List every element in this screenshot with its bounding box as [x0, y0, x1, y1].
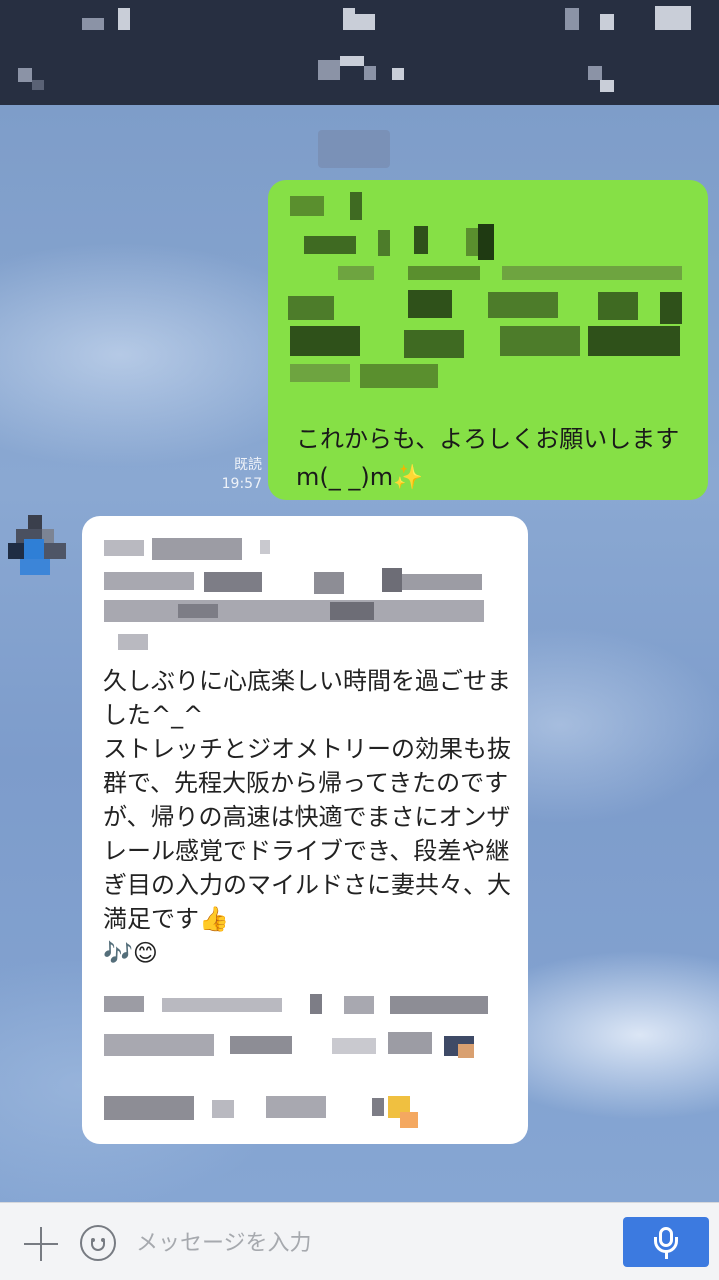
plus-icon[interactable] [22, 1225, 60, 1263]
contact-avatar[interactable] [8, 515, 68, 575]
emoji-mouth [91, 1241, 105, 1251]
message-input-bar [0, 1202, 719, 1280]
date-separator-obscured [318, 130, 390, 168]
read-label: 既読 [234, 457, 262, 473]
message-input[interactable] [136, 1225, 606, 1261]
contact-message-text: 久しぶりに心底楽しい時間を過ごせました^_^ ストレッチとジオメトリーの効果も抜… [103, 667, 511, 967]
microphone-arc [654, 1237, 678, 1253]
message-time: 19:57 [221, 476, 262, 492]
microphone-stem [665, 1252, 668, 1259]
my-message-text: これからも、よろしくお願いしますm(_ _)m✨ [296, 425, 680, 491]
emoji-icon[interactable] [80, 1225, 116, 1261]
voice-button[interactable] [623, 1217, 709, 1267]
read-receipt: 既読 19:57 [212, 456, 262, 494]
chat-header [0, 0, 719, 105]
